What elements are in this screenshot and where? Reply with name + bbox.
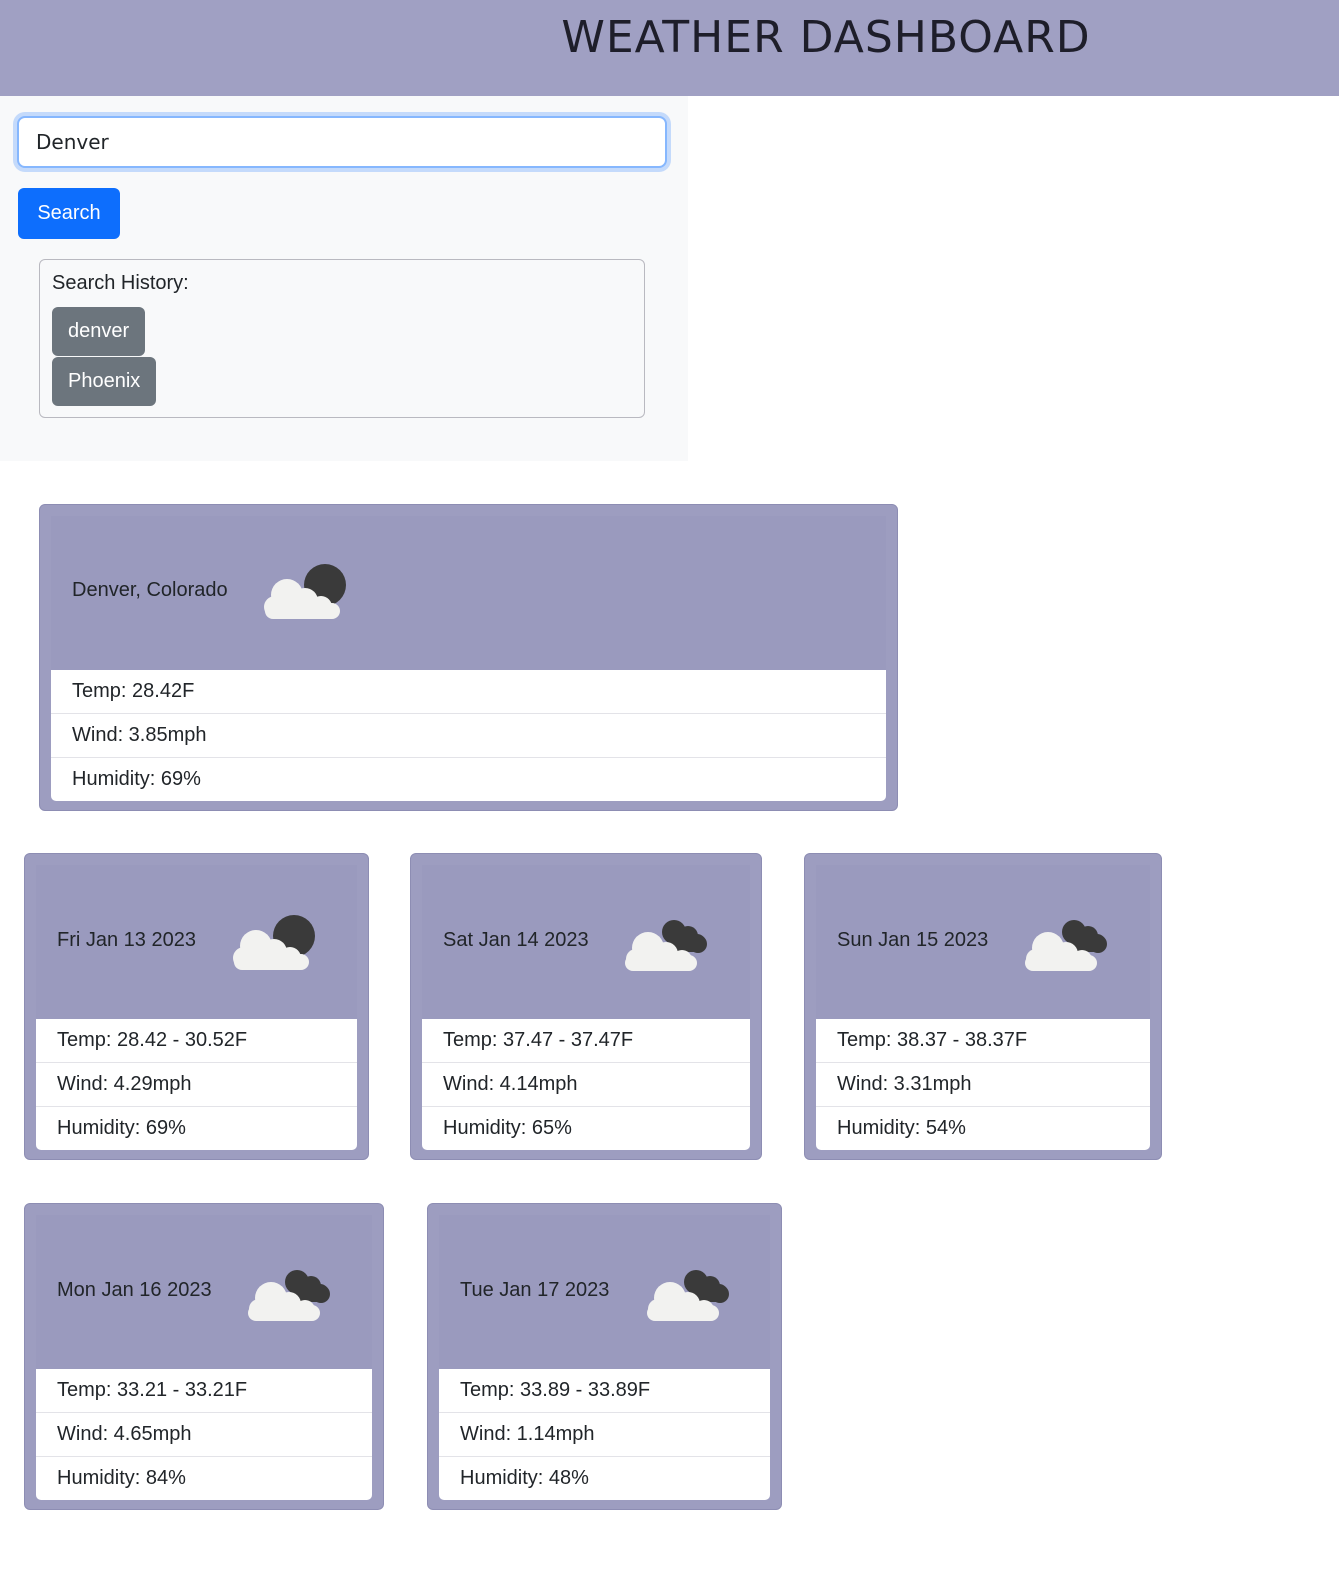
forecast-date: Sun Jan 15 2023 (837, 929, 989, 951)
history-item-denver[interactable]: denver (52, 307, 146, 356)
search-history: Search History: denver Phoenix (39, 259, 645, 418)
search-button[interactable]: Search (18, 188, 120, 239)
forecast-temp: Temp: 33.21 - 33.21F (36, 1369, 372, 1413)
forecast-date: Sat Jan 14 2023 (443, 929, 589, 951)
page-header: WEATHER DASHBOARD (0, 0, 1339, 96)
forecast-temp: Temp: 38.37 - 38.37F (816, 1019, 1150, 1063)
forecast-wind: Wind: 4.29mph (36, 1063, 357, 1107)
forecast-card: Fri Jan 13 2023 Temp: 28.42 - 30.52F Win… (24, 853, 369, 1160)
forecast-humidity: Humidity: 84% (57, 1467, 186, 1489)
clouds-night-icon (226, 912, 316, 972)
forecast-wind: Wind: 1.14mph (439, 1413, 770, 1457)
current-weather-details: Temp: 28.42F Wind: 3.85mph Humidity: 69% (51, 670, 886, 801)
forecast-humidity: Humidity: 65% (443, 1117, 572, 1139)
forecast-wind: Wind: 4.65mph (36, 1413, 372, 1457)
broken-clouds-icon (1016, 912, 1111, 972)
forecast-humidity: Humidity: 48% (460, 1467, 589, 1489)
forecast-wind: Wind: 3.31mph (816, 1063, 1150, 1107)
forecast-card: Sat Jan 14 2023 Temp: 37.47 - 37.47F Win… (410, 853, 762, 1160)
forecast-card: Sun Jan 15 2023 Temp: 38.37 - 38.37F Win… (804, 853, 1162, 1160)
current-humidity: Humidity: 69% (72, 768, 201, 790)
forecast-temp: Temp: 37.47 - 37.47F (422, 1019, 750, 1063)
forecast-temp: Temp: 33.89 - 33.89F (439, 1369, 770, 1413)
current-weather-card: Denver, Colorado Temp: 28.42F Wind: 3.85… (39, 504, 898, 811)
city-search-input[interactable] (17, 116, 667, 168)
current-temp: Temp: 28.42F (51, 670, 886, 714)
forecast-humidity: Humidity: 69% (57, 1117, 186, 1139)
forecast-humidity: Humidity: 54% (837, 1117, 966, 1139)
broken-clouds-icon (616, 912, 711, 972)
forecast-date: Tue Jan 17 2023 (460, 1279, 610, 1301)
forecast-temp: Temp: 28.42 - 30.52F (36, 1019, 357, 1063)
history-item-phoenix[interactable]: Phoenix (52, 357, 157, 406)
current-wind: Wind: 3.85mph (51, 714, 886, 758)
broken-clouds-icon (638, 1262, 733, 1322)
forecast-card: Mon Jan 16 2023 Temp: 33.21 - 33.21F Win… (24, 1203, 384, 1510)
forecast-card: Tue Jan 17 2023 Temp: 33.89 - 33.89F Win… (427, 1203, 782, 1510)
broken-clouds-icon (239, 1262, 334, 1322)
current-location: Denver, Colorado (72, 579, 228, 601)
forecast-wind: Wind: 4.14mph (422, 1063, 750, 1107)
page-title: WEATHER DASHBOARD (561, 12, 1091, 63)
search-history-label: Search History: (52, 272, 189, 294)
current-weather-header: Denver, Colorado (51, 516, 886, 670)
clouds-night-icon (257, 561, 347, 621)
search-panel: Search Search History: denver Phoenix (0, 96, 688, 461)
forecast-date: Mon Jan 16 2023 (57, 1279, 212, 1301)
forecast-date: Fri Jan 13 2023 (57, 929, 196, 951)
